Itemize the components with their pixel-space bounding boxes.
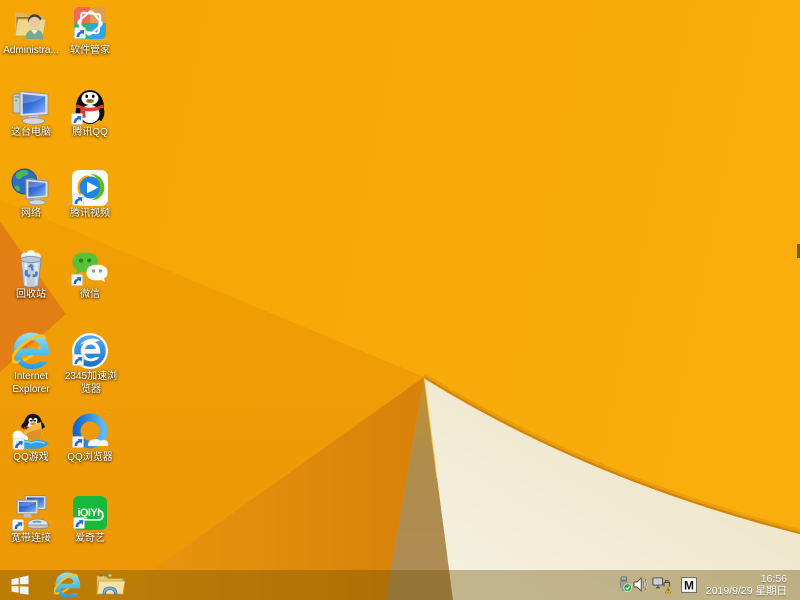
svg-text:M: M <box>684 579 694 593</box>
